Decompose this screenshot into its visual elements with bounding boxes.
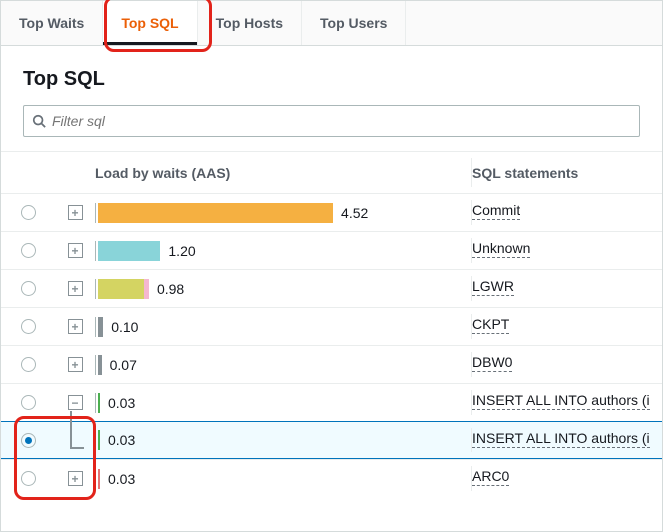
bar-tick: [95, 430, 96, 450]
load-bar: 4.52: [95, 203, 455, 223]
expand-icon[interactable]: +: [68, 319, 83, 334]
sql-statement-link[interactable]: Commit: [472, 202, 520, 220]
load-value: 4.52: [341, 205, 368, 221]
expand-icon[interactable]: +: [68, 243, 83, 258]
page-title: Top SQL: [1, 46, 662, 105]
expand-icon[interactable]: +: [68, 281, 83, 296]
row-radio[interactable]: [21, 281, 36, 296]
bar-tick: [95, 469, 96, 489]
load-value: 0.10: [111, 319, 138, 335]
tab-top-hosts[interactable]: Top Hosts: [198, 1, 302, 45]
table-row: +0.10 CKPT: [1, 307, 662, 345]
expand-icon[interactable]: +: [68, 205, 83, 220]
expand-icon[interactable]: +: [68, 357, 83, 372]
row-radio[interactable]: [21, 395, 36, 410]
filter-input[interactable]: [52, 113, 631, 129]
sql-statement-link[interactable]: CKPT: [472, 316, 509, 334]
tab-top-users[interactable]: Top Users: [302, 1, 406, 45]
bar-segment: [98, 241, 160, 261]
load-value: 0.03: [108, 432, 135, 448]
bar-tick: [95, 241, 96, 261]
load-value: 0.07: [110, 357, 137, 373]
load-value: 0.03: [108, 395, 135, 411]
row-radio[interactable]: [21, 205, 36, 220]
search-icon: [32, 114, 46, 128]
load-bar: 0.98: [95, 279, 455, 299]
collapse-icon[interactable]: −: [68, 395, 83, 410]
bar-tick: [95, 317, 96, 337]
sql-statement-link[interactable]: DBW0: [472, 354, 512, 372]
load-value: 1.20: [168, 243, 195, 259]
expand-icon[interactable]: +: [68, 471, 83, 486]
row-radio[interactable]: [21, 243, 36, 258]
row-radio[interactable]: [21, 433, 36, 448]
row-radio[interactable]: [21, 357, 36, 372]
bar-tick: [95, 355, 96, 375]
table-row: +1.20 Unknown: [1, 231, 662, 269]
sql-statement-link[interactable]: ARC0: [472, 468, 509, 486]
load-bar: 0.03: [95, 430, 455, 450]
load-value: 0.98: [157, 281, 184, 297]
bar-segment: [98, 317, 103, 337]
column-header-sql: SQL statements: [472, 165, 662, 181]
bar-segment: [98, 469, 100, 489]
table-header: Load by waits (AAS) SQL statements: [1, 151, 662, 193]
bar-segment: [98, 355, 102, 375]
column-header-load: Load by waits (AAS): [95, 165, 471, 181]
table-row: +0.07 DBW0: [1, 345, 662, 383]
tab-bar: Top WaitsTop SQLTop HostsTop Users: [1, 1, 662, 46]
bar-segment: [98, 203, 333, 223]
sql-statement-link[interactable]: INSERT ALL INTO authors (id,: [472, 430, 650, 448]
tree-connector: [70, 411, 84, 449]
row-radio[interactable]: [21, 319, 36, 334]
bar-segment: [98, 430, 100, 450]
sql-statement-link[interactable]: Unknown: [472, 240, 530, 258]
filter-container: [23, 105, 640, 137]
bar-segment: [144, 279, 149, 299]
table-row: 0.03 INSERT ALL INTO authors (id,: [1, 421, 662, 459]
tab-top-sql[interactable]: Top SQL: [103, 1, 197, 45]
table-row: +4.52 Commit: [1, 193, 662, 231]
bar-segment: [98, 279, 144, 299]
tab-top-waits[interactable]: Top Waits: [1, 1, 103, 45]
bar-tick: [95, 393, 96, 413]
table-body: +4.52 Commit +1.20 Unknown +0.98 LGWR +0.10 CKP…: [1, 193, 662, 497]
sql-statement-link[interactable]: INSERT ALL INTO authors (id,: [472, 392, 650, 410]
table-row: +0.03 ARC0: [1, 459, 662, 497]
bar-segment: [98, 393, 100, 413]
load-value: 0.03: [108, 471, 135, 487]
table-row: − 0.03 INSERT ALL INTO authors (id,: [1, 383, 662, 421]
sql-statement-link[interactable]: LGWR: [472, 278, 514, 296]
table-row: +0.98 LGWR: [1, 269, 662, 307]
load-bar: 0.03: [95, 469, 455, 489]
row-radio[interactable]: [21, 471, 36, 486]
load-bar: 0.03: [95, 393, 455, 413]
load-bar: 1.20: [95, 241, 455, 261]
bar-tick: [95, 279, 96, 299]
load-bar: 0.10: [95, 317, 455, 337]
bar-tick: [95, 203, 96, 223]
load-bar: 0.07: [95, 355, 455, 375]
